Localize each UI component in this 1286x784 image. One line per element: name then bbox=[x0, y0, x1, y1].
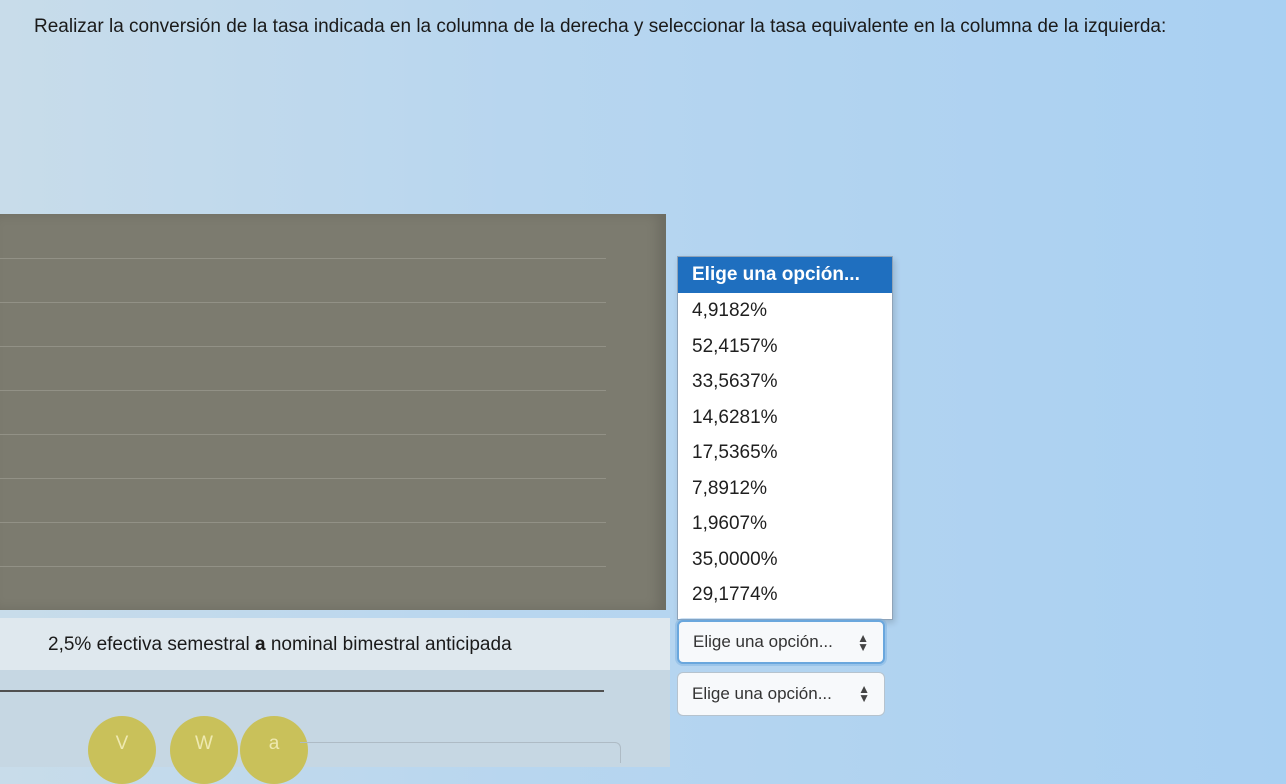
instructions-text: Realizar la conversión de la tasa indica… bbox=[34, 16, 1167, 37]
dark-overlay-panel bbox=[0, 214, 666, 610]
question-suffix: nominal bimestral anticipada bbox=[265, 634, 512, 655]
question-bold-word: a bbox=[254, 634, 266, 655]
row-divider bbox=[0, 258, 606, 259]
answer-select-2[interactable]: Elige una opción... ▲ ▼ bbox=[677, 672, 885, 716]
row-divider bbox=[0, 478, 606, 479]
dropdown-option[interactable]: 35,0000% bbox=[678, 542, 892, 578]
dropdown-option[interactable]: 14,6281% bbox=[678, 400, 892, 436]
row-divider bbox=[0, 346, 606, 347]
answer-select-1[interactable]: Elige una opción... ▲ ▼ bbox=[677, 620, 885, 664]
nav-button-v[interactable]: V bbox=[88, 716, 156, 784]
nav-button-w[interactable]: W bbox=[170, 716, 238, 784]
chevron-updown-icon: ▲ ▼ bbox=[857, 631, 869, 654]
row-divider bbox=[0, 302, 606, 303]
dropdown-option[interactable]: 1,9607% bbox=[678, 506, 892, 542]
row-divider bbox=[0, 390, 606, 391]
row-divider bbox=[0, 522, 606, 523]
dropdown-option-placeholder[interactable]: Elige una opción... bbox=[678, 257, 892, 293]
row-divider bbox=[0, 434, 606, 435]
answer-select-value: Elige una opción... bbox=[693, 632, 833, 651]
dropdown-option[interactable]: 52,4157% bbox=[678, 329, 892, 365]
row-divider bbox=[0, 566, 606, 567]
dropdown-option[interactable]: 33,5637% bbox=[678, 364, 892, 400]
bottom-divider bbox=[300, 742, 621, 763]
row-underline bbox=[0, 690, 604, 692]
dropdown-option[interactable]: 4,9182% bbox=[678, 293, 892, 329]
question-label: 2,5% efectiva semestral a nominal bimest… bbox=[48, 634, 512, 656]
chevron-updown-icon: ▲ ▼ bbox=[858, 682, 870, 705]
dropdown-option[interactable]: 29,1774% bbox=[678, 577, 892, 613]
dropdown-option[interactable]: 17,5365% bbox=[678, 435, 892, 471]
nav-button-a[interactable]: a bbox=[240, 716, 308, 784]
dropdown-option[interactable]: 7,8912% bbox=[678, 471, 892, 507]
dropdown-options-list[interactable]: Elige una opción... 4,9182% 52,4157% 33,… bbox=[677, 256, 893, 620]
answer-select-value: Elige una opción... bbox=[692, 684, 832, 703]
question-prefix: 2,5% efectiva semestral bbox=[48, 634, 255, 655]
